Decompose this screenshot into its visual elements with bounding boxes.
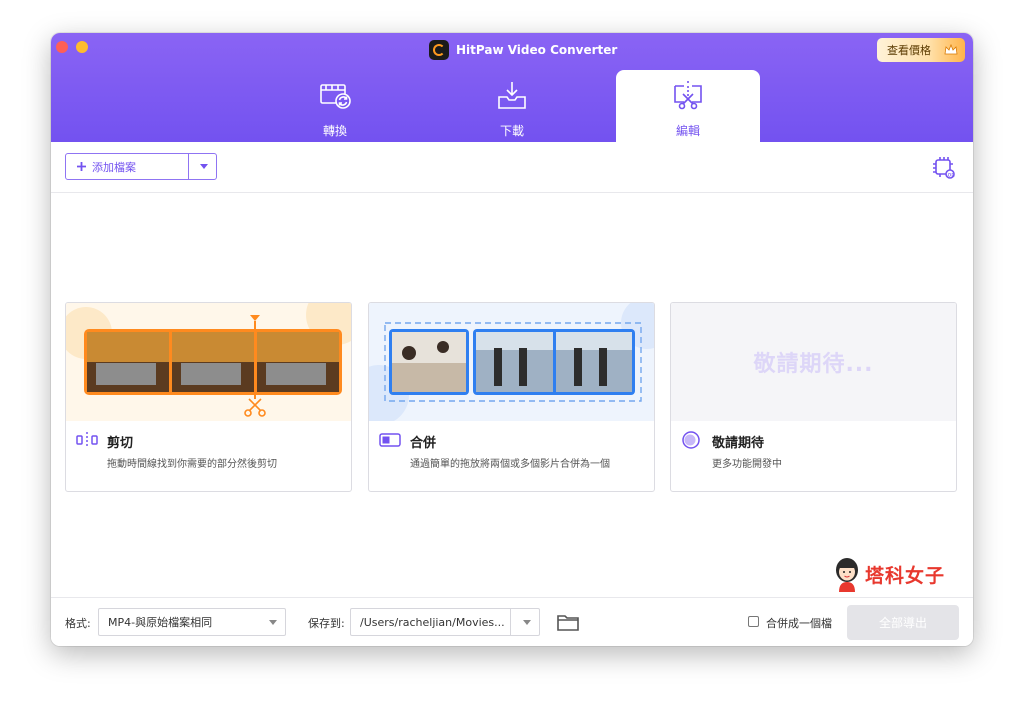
format-label: 格式:: [65, 617, 91, 630]
trim-card[interactable]: 剪切 拖動時間線找到你需要的部分然後剪切: [65, 302, 352, 492]
title-bar: HitPaw Video Converter 查看價格 轉換 下載 編輯: [51, 33, 973, 142]
save-path-value: /Users/racheljian/Movies...: [360, 615, 505, 629]
coming-soon-card: 敬請期待... 敬請期待 更多功能開發中: [670, 302, 957, 492]
plus-icon: [77, 162, 86, 171]
watermark-text: 塔科女子: [865, 565, 946, 587]
coming-soon-card-title: 敬請期待: [712, 436, 765, 451]
app-title-text: HitPaw Video Converter: [456, 43, 618, 57]
edit-cut-icon: [674, 81, 702, 110]
download-tray-icon: [498, 82, 526, 109]
merge-card-title: 合併: [410, 436, 437, 451]
format-select-value: MP4-與原始檔案相同: [108, 616, 213, 629]
add-file-dropdown-button[interactable]: [190, 154, 217, 179]
pricing-button-label: 查看價格: [887, 44, 931, 57]
chevron-down-icon[interactable]: [523, 620, 531, 625]
tab-download[interactable]: 下載: [440, 70, 584, 142]
svg-text:on: on: [948, 172, 956, 179]
coming-soon-banner: 敬請期待...: [671, 303, 956, 421]
toolbar: 添加檔案 on: [51, 142, 973, 193]
add-file-label: 添加檔案: [92, 160, 136, 174]
film-convert-icon: [320, 84, 351, 109]
merge-card-description: 通過簡單的拖放將兩個或多個影片合併為一個: [410, 459, 610, 470]
save-to-label: 保存到:: [308, 617, 345, 630]
trim-banner-illustration: [66, 303, 351, 421]
trim-icon: [76, 432, 98, 448]
merge-banner-illustration: [369, 303, 654, 421]
tab-edit[interactable]: 編輯: [616, 70, 760, 142]
trim-card-description: 拖動時間線找到你需要的部分然後剪切: [107, 459, 277, 470]
merge-card[interactable]: 合併 通過簡單的拖放將兩個或多個影片合併為一個: [368, 302, 655, 492]
footer-bar: 格式: MP4-與原始檔案相同 保存到: /Users/racheljian/M…: [51, 597, 973, 646]
tab-edit-label: 編輯: [675, 124, 700, 138]
tab-convert[interactable]: 轉換: [263, 70, 407, 142]
app-logo-icon: [429, 40, 449, 60]
open-folder-icon[interactable]: [556, 612, 580, 632]
crown-icon: [944, 43, 958, 55]
merge-into-one-checkbox[interactable]: [748, 616, 759, 627]
watermark: 塔科女子: [831, 556, 961, 592]
save-path-select[interactable]: /Users/racheljian/Movies...: [350, 608, 540, 636]
add-file-button-group: 添加檔案: [65, 153, 217, 180]
trim-card-title: 剪切: [107, 436, 134, 451]
pricing-button[interactable]: 查看價格: [877, 38, 965, 62]
app-title: HitPaw Video Converter: [429, 40, 617, 60]
merge-icon: [379, 433, 401, 447]
close-window-button[interactable]: [56, 41, 68, 53]
hardware-acceleration-icon[interactable]: on: [931, 155, 957, 181]
add-file-button[interactable]: 添加檔案: [66, 154, 189, 179]
chevron-down-icon: [199, 164, 208, 169]
save-path-divider: [510, 609, 511, 635]
export-all-button[interactable]: 全部導出: [847, 605, 959, 640]
tab-convert-label: 轉換: [322, 124, 347, 138]
app-window: HitPaw Video Converter 查看價格 轉換 下載 編輯 添加檔…: [51, 33, 973, 646]
chevron-down-icon: [269, 620, 277, 625]
minimize-window-button[interactable]: [76, 41, 88, 53]
merge-into-one-label: 合併成一個檔: [766, 617, 832, 630]
coming-soon-card-description: 更多功能開發中: [712, 459, 782, 470]
format-select[interactable]: MP4-與原始檔案相同: [98, 608, 286, 636]
tab-download-label: 下載: [499, 124, 524, 138]
coming-soon-icon: [682, 431, 700, 449]
watermark-avatar-icon: [836, 558, 858, 592]
